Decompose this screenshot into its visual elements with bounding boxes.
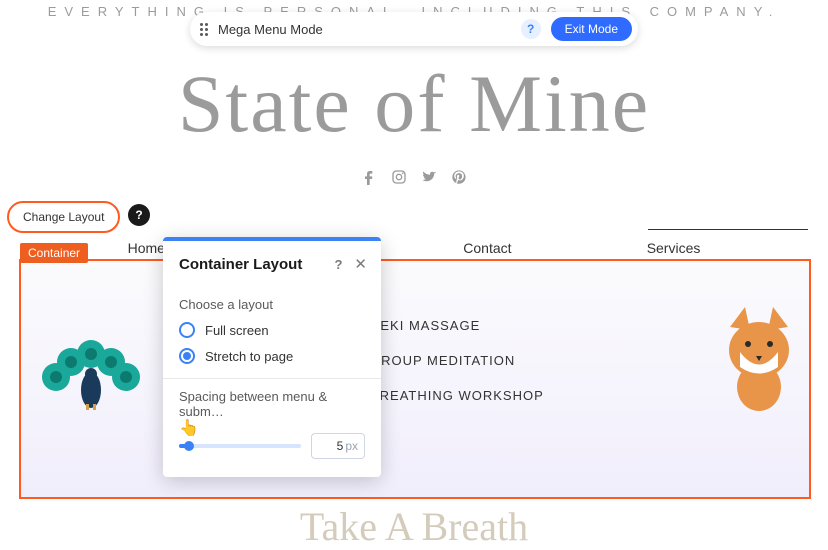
radio-label: Full screen [205,323,269,338]
change-layout-highlight: Change Layout [7,201,120,233]
nav-underline [648,229,808,230]
fox-illustration [720,302,798,412]
help-icon[interactable]: ? [521,19,541,39]
nav-item-home[interactable]: Home [128,236,165,260]
spacing-slider[interactable] [179,444,301,448]
nav-item-services[interactable]: Services [647,236,701,260]
submenu-item[interactable]: BREATHING WORKSHOP [370,388,544,403]
spacing-label: Spacing between menu & subm… [179,389,365,419]
instagram-icon[interactable] [391,169,407,185]
radio-label: Stretch to page [205,349,293,364]
spacing-value: 5 [337,439,344,453]
change-layout-button[interactable]: Change Layout [11,205,116,229]
mode-label: Mega Menu Mode [218,22,511,37]
pinterest-icon[interactable] [451,169,467,185]
social-icons [0,169,828,185]
container-layout-panel: Container Layout ? ✕ Choose a layout Ful… [163,237,381,477]
site-title: State of Mine [0,57,828,151]
drag-handle-icon[interactable] [200,23,208,36]
panel-help-icon[interactable]: ? [334,257,342,272]
radio-stretch-to-page[interactable]: Stretch to page [179,348,365,364]
spacing-unit: px [345,439,358,453]
twitter-icon[interactable] [421,169,437,185]
exit-mode-button[interactable]: Exit Mode [551,17,632,41]
radio-icon [179,322,195,338]
submenu-item[interactable]: REKI MASSAGE [370,318,544,333]
cursor-pointer-icon: 👆 [179,418,199,438]
submenu-item[interactable]: GROUP MEDITATION [370,353,544,368]
facebook-icon[interactable] [361,169,377,185]
radio-icon [179,348,195,364]
mega-menu-toolbar[interactable]: Mega Menu Mode ? Exit Mode [190,12,638,46]
submenu-list: REKI MASSAGE GROUP MEDITATION BREATHING … [370,318,544,403]
nav-item-contact[interactable]: Contact [463,236,511,260]
help-dark-icon[interactable]: ? [128,204,150,226]
peacock-illustration [36,332,146,410]
container-badge: Container [20,243,88,263]
radio-full-screen[interactable]: Full screen [179,322,365,338]
spacing-input[interactable]: 5px [311,433,365,459]
choose-layout-label: Choose a layout [179,297,365,312]
main-nav: Home Blog Contact Services [0,236,828,260]
close-icon[interactable]: ✕ [354,255,367,273]
panel-title: Container Layout [179,256,334,273]
